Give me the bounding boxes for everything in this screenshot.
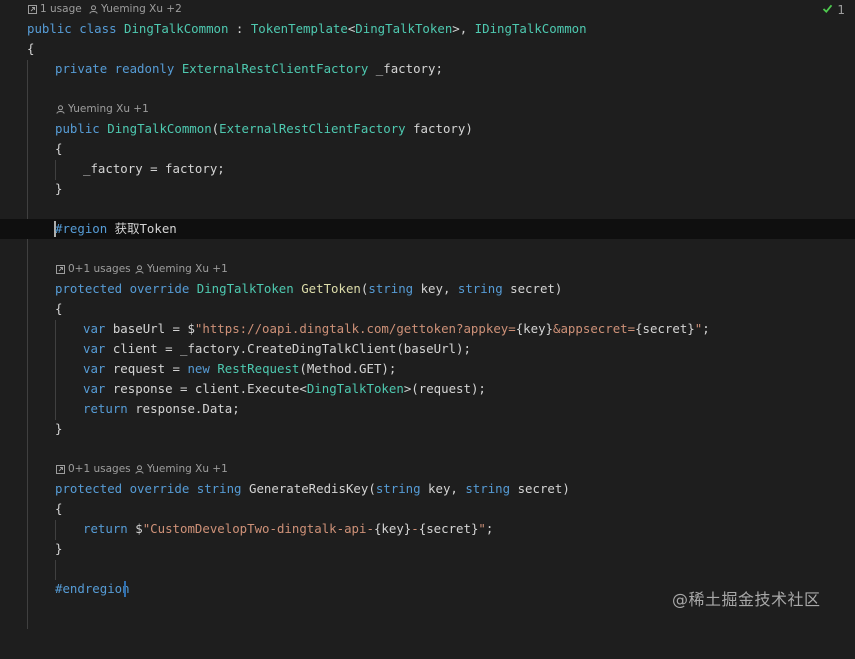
class-name: DingTalkCommon xyxy=(124,21,229,36)
region-directive: #region xyxy=(55,221,108,236)
code-line[interactable]: protected override string GenerateRedisK… xyxy=(0,479,855,499)
external-link-icon xyxy=(56,264,65,274)
person-icon xyxy=(89,4,98,14)
code-line[interactable]: } xyxy=(0,539,855,559)
code-lens: 0+1 usages Yueming Xu +1 xyxy=(0,260,228,278)
code-lens: 0+1 usages Yueming Xu +1 xyxy=(0,460,228,478)
code-lens: 1 usage Yueming Xu +2 xyxy=(0,0,182,18)
bracket-match-marker xyxy=(124,581,126,597)
code-line[interactable]: { xyxy=(0,299,855,319)
code-line[interactable]: public DingTalkCommon(ExternalRestClient… xyxy=(0,119,855,139)
person-icon xyxy=(56,104,65,114)
code-line[interactable]: } xyxy=(0,179,855,199)
keyword: public xyxy=(27,21,72,36)
usages-lens[interactable]: 0+1 usages xyxy=(56,260,131,278)
external-link-icon xyxy=(56,464,65,474)
indent-guide xyxy=(55,560,56,580)
code-line[interactable]: return response.Data; xyxy=(0,399,855,419)
code-line[interactable]: public class DingTalkCommon : TokenTempl… xyxy=(0,19,855,39)
person-icon xyxy=(135,464,144,474)
current-line[interactable]: #region 获取Token xyxy=(0,219,855,239)
endregion-directive: #endregion xyxy=(55,581,130,596)
usages-lens[interactable]: 1 usage xyxy=(28,0,82,18)
person-icon xyxy=(135,264,144,274)
code-line[interactable]: _factory = factory; xyxy=(0,159,855,179)
method-name: GetToken xyxy=(301,281,361,296)
author-lens[interactable]: Yueming Xu +1 xyxy=(135,260,228,278)
author-lens[interactable]: Yueming Xu +1 xyxy=(56,100,149,118)
problems-indicator[interactable]: 1 xyxy=(822,3,845,17)
code-line[interactable]: var baseUrl = $"https://oapi.dingtalk.co… xyxy=(0,319,855,339)
watermark: @稀土掘金技术社区 xyxy=(672,590,821,609)
code-line[interactable]: private readonly ExternalRestClientFacto… xyxy=(0,59,855,79)
code-line[interactable]: { xyxy=(0,139,855,159)
region-label: 获取Token xyxy=(107,221,177,236)
interface-name: IDingTalkCommon xyxy=(474,21,587,36)
usages-lens[interactable]: 0+1 usages xyxy=(56,460,131,478)
code-line[interactable]: protected override DingTalkToken GetToke… xyxy=(0,279,855,299)
code-line[interactable]: var client = _factory.CreateDingTalkClie… xyxy=(0,339,855,359)
code-line[interactable]: var response = client.Execute<DingTalkTo… xyxy=(0,379,855,399)
code-line[interactable]: return $"CustomDevelopTwo-dingtalk-api-{… xyxy=(0,519,855,539)
method-name: GenerateRedisKey xyxy=(248,481,369,496)
external-link-icon xyxy=(28,4,37,14)
brace: { xyxy=(27,41,35,56)
author-lens[interactable]: Yueming Xu +1 xyxy=(135,460,228,478)
code-editor[interactable]: 1 1 usage Yueming Xu +2 public class Din… xyxy=(0,0,855,629)
code-lens: Yueming Xu +1 xyxy=(0,100,149,118)
code-line[interactable]: { xyxy=(0,499,855,519)
author-lens[interactable]: Yueming Xu +2 xyxy=(89,0,182,18)
code-line[interactable]: } xyxy=(0,419,855,439)
checkmark-icon xyxy=(822,3,833,17)
base-type: TokenTemplate xyxy=(250,21,348,36)
problems-count: 1 xyxy=(837,3,845,17)
code-line[interactable]: { xyxy=(0,39,855,59)
code-line[interactable]: var request = new RestRequest(Method.GET… xyxy=(0,359,855,379)
keyword: class xyxy=(79,21,117,36)
